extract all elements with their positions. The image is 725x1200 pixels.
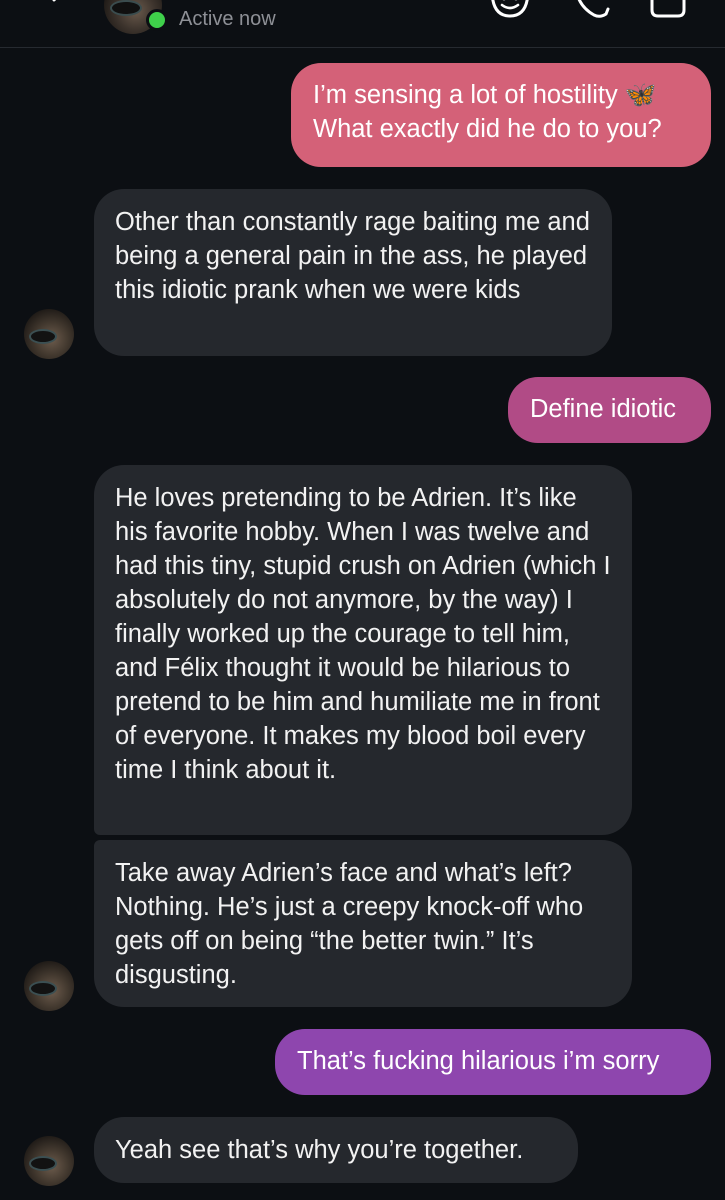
message-bubble-outgoing[interactable]: I’m sensing a lot of hostility 🦋 What ex… (291, 63, 711, 167)
chat-header: Active now (0, 0, 725, 48)
active-status-text: Active now (179, 8, 276, 30)
back-chevron-icon[interactable] (42, 0, 78, 18)
message-bubble-incoming[interactable]: Take away Adrien’s face and what’s left?… (94, 840, 632, 1007)
message-bubble-outgoing[interactable]: That’s fucking hilarious i’m sorry (275, 1029, 711, 1095)
contact-avatar[interactable] (24, 1136, 74, 1186)
message-bubble-incoming[interactable]: He loves pretending to be Adrien. It’s l… (94, 465, 632, 835)
contact-avatar[interactable] (24, 309, 74, 359)
video-camera-icon[interactable] (648, 0, 692, 20)
sticker-icon[interactable] (488, 0, 532, 20)
message-bubble-incoming[interactable]: Other than constantly rage baiting me an… (94, 189, 612, 356)
message-bubble-incoming[interactable]: Yeah see that’s why you’re together. (94, 1117, 578, 1183)
phone-icon[interactable] (570, 0, 614, 20)
contact-avatar[interactable] (24, 961, 74, 1011)
online-status-dot (146, 9, 168, 31)
message-bubble-outgoing[interactable]: Define idiotic (508, 377, 711, 443)
